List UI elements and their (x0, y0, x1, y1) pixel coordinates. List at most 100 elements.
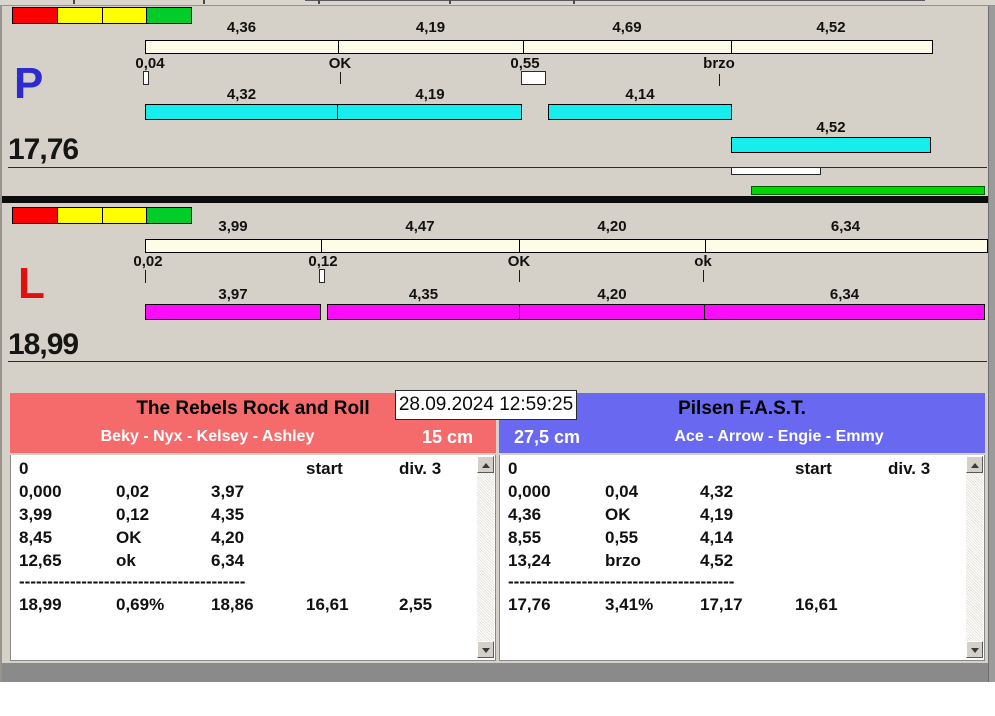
summary-cell: 17,76 (508, 595, 551, 614)
table-cell: 4,19 (700, 505, 734, 524)
table-cell: 0,000 (508, 482, 551, 501)
team-panel-right: Pilsen F.A.S.T. 27,5 cm Ace - Arrow - En… (499, 393, 985, 661)
separator-line: ---------------------------------------- (508, 572, 735, 591)
baseline (8, 167, 987, 168)
summary-cell: 18,99 (19, 595, 62, 614)
scrollbar-up-button[interactable] (966, 456, 983, 473)
light-yellow-segment (57, 208, 103, 223)
mark-tick (719, 74, 720, 86)
split-time-label: 4,35 (408, 286, 439, 303)
top-edge-tick (573, 0, 575, 4)
table-cell: 0,12 (116, 505, 150, 524)
mark-box-narrow (143, 71, 149, 85)
mark-label: 0,12 (308, 253, 338, 270)
vertical-scrollbar[interactable] (477, 456, 494, 658)
light-yellow-segment (57, 8, 103, 23)
progress-bar-green (751, 186, 985, 195)
vertical-scrollbar[interactable] (966, 456, 983, 658)
results-table: 0 start div. 3 0,000 0,04 4,32 4,36 OK 4… (499, 455, 985, 661)
split-time-label: 4,19 (415, 86, 445, 103)
leg-time-label: 4,52 (816, 19, 846, 36)
timeline-segment (706, 240, 987, 252)
flyball-timing-window: P 17,76 4,36 4,19 4,69 4,52 0,04 OK 0,55… (0, 0, 995, 716)
table-cell: 12,65 (19, 551, 62, 570)
leg-time-label: 4,47 (405, 218, 435, 235)
split-bar (327, 304, 520, 320)
light-red-segment (13, 208, 58, 223)
timeline-segment (146, 41, 339, 53)
split-time-label: 4,20 (597, 286, 627, 303)
summary-cell: 16,61 (306, 595, 349, 614)
leg-time-label: 4,19 (415, 19, 446, 36)
timeline-bar (145, 239, 988, 253)
section-divider (2, 196, 988, 203)
split-bar (704, 304, 985, 320)
split-bar (337, 104, 522, 120)
top-edge-tick (318, 0, 320, 4)
table-cell: OK (116, 528, 142, 547)
table-cell: 4,20 (211, 528, 245, 547)
summary-cell: 17,17 (700, 595, 743, 614)
mark-tick (145, 270, 146, 283)
table-cell: 13,24 (508, 551, 551, 570)
lane-p-panel: P 17,76 4,36 4,19 4,69 4,52 0,04 OK 0,55… (2, 5, 988, 196)
timeline-segment (524, 41, 732, 53)
table-cell: 4,32 (700, 482, 734, 501)
table-cell: 3,99 (19, 505, 53, 524)
light-yellow-segment (102, 208, 148, 223)
leg-time-label: 4,69 (612, 19, 642, 36)
split-bar (731, 137, 931, 153)
jump-height-label: 15 cm (421, 427, 474, 447)
table-header-start: start (306, 459, 343, 478)
results-section: The Rebels Rock and Roll Beky - Nyx - Ke… (2, 390, 988, 663)
light-yellow-segment (102, 8, 148, 23)
lane-total-time: 18,99 (8, 328, 79, 361)
mark-label: OK (507, 253, 531, 270)
top-edge-line (305, 0, 925, 1)
results-table: 0 start div. 3 0,000 0,02 3,97 3,99 0,12… (10, 455, 496, 661)
arrow-down-icon (971, 648, 979, 653)
table-cell: OK (605, 505, 631, 524)
mark-label: 0,02 (133, 253, 163, 270)
arrow-down-icon (482, 648, 490, 653)
mark-tick (703, 270, 704, 282)
table-cell: 8,45 (19, 528, 53, 547)
table-header-start: start (795, 459, 832, 478)
timeline-segment (732, 41, 932, 53)
light-red-segment (13, 8, 58, 23)
window-right-edge (988, 0, 995, 682)
mark-tick (340, 72, 341, 84)
table-cell: 0,04 (605, 482, 639, 501)
split-time-label: 4,52 (816, 119, 846, 136)
table-cell: 6,34 (211, 551, 245, 570)
mark-label: 0,04 (135, 55, 165, 72)
timeline-segment (146, 240, 322, 252)
team-panel-left: The Rebels Rock and Roll Beky - Nyx - Ke… (10, 393, 496, 661)
leg-time-label: 6,34 (830, 218, 861, 235)
split-time-label: 4,14 (625, 86, 655, 103)
leg-time-label: 4,36 (226, 19, 257, 36)
table-cell: 3,97 (211, 482, 245, 501)
arrow-up-icon (482, 463, 490, 468)
separator-line: ---------------------------------------- (19, 572, 246, 591)
split-bar (548, 104, 732, 120)
top-edge-tick (73, 0, 75, 4)
table-cell: 0,02 (116, 482, 150, 501)
table-cell: 4,35 (211, 505, 245, 524)
top-edge-tick (203, 0, 205, 4)
table-header-lead: 0 (508, 459, 518, 478)
split-time-label: 3,97 (218, 286, 248, 303)
scrollbar-down-button[interactable] (966, 641, 983, 658)
jump-height-label: 27,5 cm (513, 427, 581, 447)
summary-cell: 0,69% (116, 595, 165, 614)
table-cell: 4,52 (700, 551, 734, 570)
lane-letter: L (18, 259, 45, 308)
scrollbar-up-button[interactable] (477, 456, 494, 473)
summary-cell: 3,41% (605, 595, 654, 614)
mark-label: 0,55 (510, 55, 540, 72)
table-cell: 0,55 (605, 528, 639, 547)
split-bar (145, 104, 338, 120)
baseline (8, 361, 987, 362)
scrollbar-down-button[interactable] (477, 641, 494, 658)
arrow-up-icon (971, 463, 979, 468)
